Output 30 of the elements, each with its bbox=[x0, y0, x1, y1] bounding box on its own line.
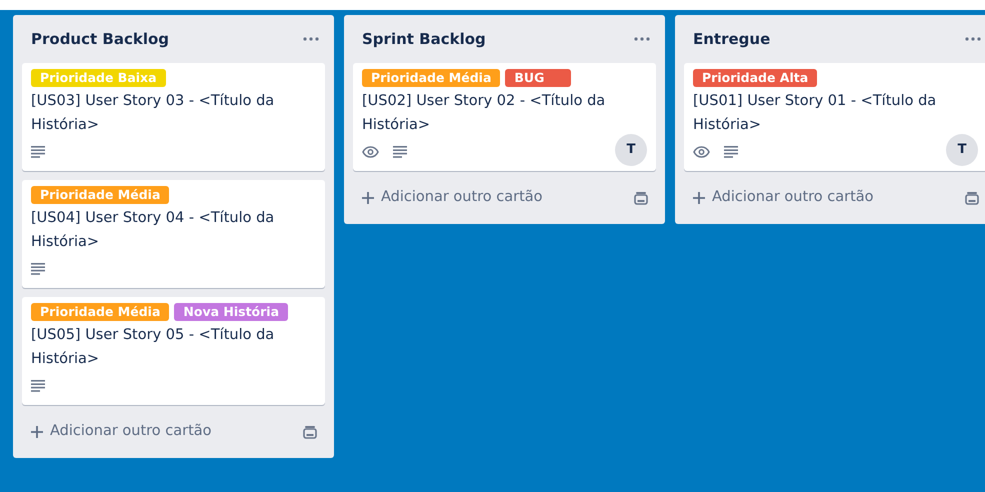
plus-icon bbox=[692, 191, 706, 205]
card-title: [US01] User Story 01 - <Título da História> bbox=[693, 92, 938, 135]
card-title: [US05] User Story 05 - <Título da História> bbox=[31, 326, 276, 369]
card-title: [US02] User Story 02 - <Título da História> bbox=[362, 92, 606, 135]
card-title: [US03] User Story 03 - <Título da História> bbox=[31, 92, 276, 135]
card-label[interactable]: BUG bbox=[505, 69, 572, 87]
list-title: Sprint Backlog bbox=[362, 28, 486, 50]
member-avatar[interactable]: T bbox=[615, 134, 647, 166]
card[interactable]: Prioridade Alta [US01] User Story 01 - <Título da História> T bbox=[684, 63, 985, 171]
template-icon[interactable] bbox=[965, 191, 979, 205]
card[interactable]: Prioridade Baixa [US03] User Story 03 - <Título da História> bbox=[22, 63, 325, 171]
list-title: Product Backlog bbox=[31, 28, 170, 50]
card-title: [US04] User Story 04 - <Título da História> bbox=[31, 209, 276, 252]
member-avatar[interactable]: T bbox=[946, 134, 978, 166]
more-options-icon[interactable] bbox=[634, 37, 650, 41]
add-card-button[interactable]: Adicionar outro cartão bbox=[361, 187, 543, 209]
more-options-icon[interactable] bbox=[965, 37, 981, 41]
card[interactable]: Prioridade Média Nova História [US05] User Story 05 - <Título da História> bbox=[22, 297, 325, 405]
card[interactable]: Prioridade Média BUG [US02] User Story 02 - <Título da História> T bbox=[353, 63, 656, 171]
card-label[interactable]: Nova História bbox=[174, 303, 288, 321]
add-card-button[interactable]: Adicionar outro cartão bbox=[692, 187, 874, 209]
more-options-icon[interactable] bbox=[303, 37, 319, 41]
template-icon[interactable] bbox=[634, 191, 648, 205]
card-label[interactable]: Prioridade Alta bbox=[693, 69, 818, 87]
template-icon[interactable] bbox=[303, 425, 317, 439]
card[interactable]: Prioridade Média [US04] User Story 04 - <Título da História> bbox=[22, 180, 325, 288]
add-card-button[interactable]: Adicionar outro cartão bbox=[30, 421, 212, 443]
list-title: Entregue bbox=[693, 28, 770, 50]
plus-icon bbox=[30, 425, 44, 439]
plus-icon bbox=[361, 191, 375, 205]
